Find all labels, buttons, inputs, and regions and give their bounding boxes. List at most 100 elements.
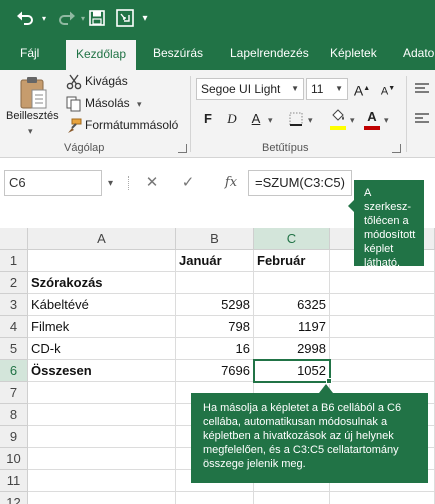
- cell-a3[interactable]: Kábeltévé: [28, 294, 176, 316]
- cell-a5[interactable]: CD-k: [28, 338, 176, 360]
- copy-button[interactable]: Másolás ▾: [66, 94, 166, 114]
- bold-icon: F: [204, 111, 212, 126]
- cell-empty[interactable]: [330, 272, 435, 294]
- underline-button[interactable]: A: [244, 108, 268, 130]
- tab-home[interactable]: Kezdőlap: [66, 40, 137, 70]
- cell-b12[interactable]: [176, 492, 254, 504]
- row-header-9[interactable]: 9: [0, 426, 28, 448]
- shrink-font-button[interactable]: A▼: [376, 78, 400, 100]
- cell-a8[interactable]: [28, 404, 176, 426]
- cell-a2[interactable]: Szórakozás: [28, 272, 176, 294]
- font-name-select[interactable]: Segoe UI Light ▼: [196, 78, 304, 100]
- cell-a6[interactable]: Összesen: [28, 360, 176, 382]
- cell-empty[interactable]: [330, 294, 435, 316]
- fill-color-swatch: [330, 126, 346, 130]
- borders-button[interactable]: [284, 108, 308, 130]
- row-header-8[interactable]: 8: [0, 404, 28, 426]
- row-header-1[interactable]: 1: [0, 250, 28, 272]
- cell-b4[interactable]: 798: [176, 316, 254, 338]
- cell-b3[interactable]: 5298: [176, 294, 254, 316]
- insert-function-button[interactable]: fx: [218, 170, 244, 196]
- row-header-4[interactable]: 4: [0, 316, 28, 338]
- cell-a10[interactable]: [28, 448, 176, 470]
- name-box[interactable]: C6: [4, 170, 102, 196]
- cell-a9[interactable]: [28, 426, 176, 448]
- group-divider: [190, 76, 191, 152]
- scissors-icon: [66, 74, 82, 95]
- cell-a12[interactable]: [28, 492, 176, 504]
- cell-b5[interactable]: 16: [176, 338, 254, 360]
- group-divider: [406, 76, 407, 152]
- cell-b1[interactable]: Január: [176, 250, 254, 272]
- undo-icon[interactable]: [12, 6, 38, 30]
- cell-b2[interactable]: [176, 272, 254, 294]
- cell-a1[interactable]: [28, 250, 176, 272]
- cell-empty[interactable]: [330, 316, 435, 338]
- redo-icon[interactable]: [54, 6, 80, 30]
- fill-handle[interactable]: [326, 378, 332, 384]
- alignment-top-icon[interactable]: [414, 82, 430, 101]
- font-launcher-icon[interactable]: [392, 144, 401, 153]
- tab-data[interactable]: Adato: [403, 36, 434, 70]
- row-header-10[interactable]: 10: [0, 448, 28, 470]
- tab-formulas[interactable]: Képletek: [330, 36, 377, 70]
- column-header-b[interactable]: B: [176, 228, 254, 250]
- paste-button[interactable]: Beillesztés ▾: [6, 74, 59, 140]
- row-header-6[interactable]: 6: [0, 360, 28, 382]
- cell-empty[interactable]: [330, 492, 435, 504]
- cancel-icon[interactable]: ✕: [140, 170, 164, 196]
- copy-dropdown-icon: ▾: [137, 99, 142, 109]
- underline-icon: A: [251, 111, 261, 126]
- cell-c6[interactable]: 1052: [253, 359, 331, 383]
- borders-icon: [289, 112, 303, 126]
- row-header-3[interactable]: 3: [0, 294, 28, 316]
- italic-button[interactable]: D: [220, 108, 244, 130]
- row-header-12[interactable]: 12: [0, 492, 28, 504]
- row-header-11[interactable]: 11: [0, 470, 28, 492]
- enter-icon[interactable]: ✓: [176, 170, 200, 196]
- cell-empty[interactable]: [330, 338, 435, 360]
- undo-dropdown-icon[interactable]: ▾: [38, 6, 50, 30]
- alignment-left-icon[interactable]: [414, 112, 430, 131]
- save-icon[interactable]: [88, 6, 106, 30]
- customize-toolbar-icon[interactable]: ▾: [138, 6, 152, 30]
- cut-button[interactable]: Kivágás: [66, 72, 166, 92]
- cell-c1[interactable]: Február: [254, 250, 330, 272]
- cell-b6[interactable]: 7696: [176, 360, 254, 382]
- row-header-7[interactable]: 7: [0, 382, 28, 404]
- redo-dropdown-icon[interactable]: ▾: [78, 6, 88, 30]
- clipboard-launcher-icon[interactable]: [178, 144, 187, 153]
- cell-a7[interactable]: [28, 382, 176, 404]
- row-header-2[interactable]: 2: [0, 272, 28, 294]
- cell-c3[interactable]: 6325: [254, 294, 330, 316]
- cell-c2[interactable]: [254, 272, 330, 294]
- bold-button[interactable]: F: [196, 108, 220, 130]
- name-box-dropdown-icon[interactable]: ▾: [108, 178, 113, 189]
- fill-color-button[interactable]: [326, 106, 350, 128]
- font-color-dropdown-icon[interactable]: ▾: [384, 115, 389, 126]
- underline-dropdown-icon[interactable]: ▾: [268, 115, 273, 126]
- cell-c12[interactable]: [254, 492, 330, 504]
- cell-c4[interactable]: 1197: [254, 316, 330, 338]
- fill-color-dropdown-icon[interactable]: ▾: [350, 115, 355, 126]
- formula-input[interactable]: =SZUM(C3:C5): [248, 170, 352, 196]
- format-painter-button[interactable]: Formátummásoló: [66, 116, 186, 136]
- column-header-c[interactable]: C: [254, 228, 330, 250]
- column-header-a[interactable]: A: [28, 228, 176, 250]
- cell-empty[interactable]: [330, 360, 435, 382]
- font-color-button[interactable]: A: [360, 106, 384, 128]
- cell-a4[interactable]: Filmek: [28, 316, 176, 338]
- grow-font-button[interactable]: A▲: [350, 78, 374, 100]
- font-size-select[interactable]: 11 ▼: [306, 78, 348, 100]
- font-size-value: 11: [311, 82, 324, 96]
- touch-mode-icon[interactable]: [114, 6, 136, 30]
- borders-dropdown-icon[interactable]: ▾: [308, 115, 313, 126]
- ribbon-home: Beillesztés ▾ Kivágás Másolás ▾ Formátum…: [0, 70, 435, 158]
- select-all-corner[interactable]: [0, 228, 28, 250]
- cell-a11[interactable]: [28, 470, 176, 492]
- tab-insert[interactable]: Beszúrás: [153, 36, 203, 70]
- cell-c5[interactable]: 2998: [254, 338, 330, 360]
- row-header-5[interactable]: 5: [0, 338, 28, 360]
- tab-file[interactable]: Fájl: [20, 36, 39, 70]
- tab-page-layout[interactable]: Lapelrendezés: [230, 36, 309, 70]
